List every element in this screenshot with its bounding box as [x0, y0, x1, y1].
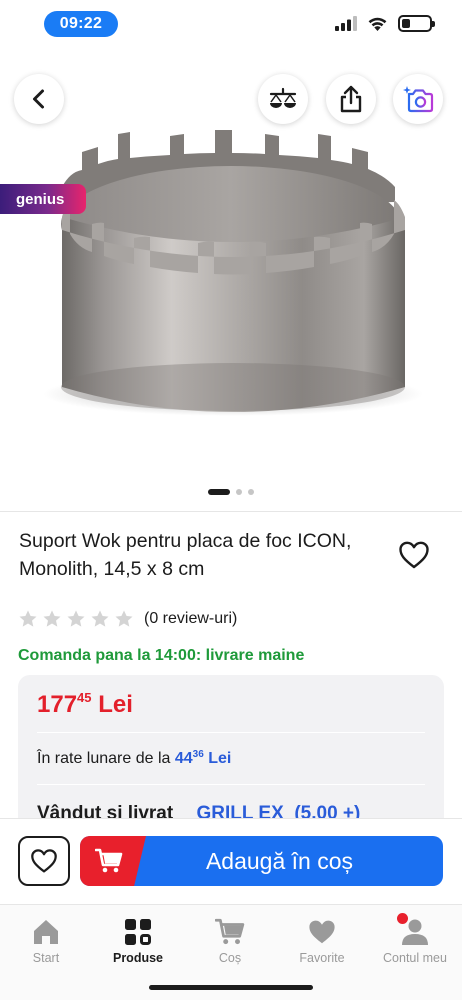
status-icons [335, 15, 435, 32]
star-empty-icon [115, 610, 133, 627]
product-title: Suport Wok pentru placa de foc ICON, Mon… [19, 530, 352, 580]
tab-produse[interactable]: Produse [92, 917, 184, 965]
star-empty-icon [43, 610, 61, 627]
tab-label: Contul meu [383, 951, 447, 965]
tab-start[interactable]: Start [0, 917, 92, 965]
tab-label: Produse [112, 951, 163, 965]
wifi-icon [368, 17, 387, 31]
installment-value[interactable]: 4436 Lei [174, 749, 232, 767]
divider [0, 511, 462, 512]
installment-decimals: 36 [192, 749, 204, 760]
installment-prefix: În rate lunare de la [37, 750, 171, 767]
status-bar: 09:22 [0, 0, 462, 50]
camera-sparkle-icon [403, 86, 434, 113]
signal-icon [335, 16, 357, 31]
add-to-cart-label: Adaugă în coș [205, 847, 354, 874]
carousel-dot-active[interactable] [208, 489, 230, 495]
cart-icon [215, 917, 245, 947]
reviews-count[interactable]: (0 review-uri) [144, 610, 237, 628]
chevron-left-icon [33, 89, 44, 109]
star-empty-icon [67, 610, 85, 627]
carousel-dot[interactable] [248, 489, 254, 495]
add-to-favorites-button[interactable] [398, 540, 430, 570]
tab-label: Start [32, 951, 60, 965]
status-time: 09:22 [44, 11, 118, 37]
back-button[interactable] [14, 74, 64, 124]
star-empty-icon [19, 610, 37, 627]
genius-badge: genius [0, 184, 86, 214]
share-button[interactable] [326, 74, 376, 124]
tab-cos[interactable]: Coș [184, 917, 276, 965]
wishlist-button[interactable] [18, 836, 70, 886]
heart-outline-icon [31, 849, 57, 873]
heart-outline-icon [399, 541, 429, 569]
home-indicator [149, 985, 313, 990]
price-currency: Lei [98, 691, 133, 718]
user-icon [397, 913, 430, 947]
home-icon [31, 917, 61, 947]
add-to-cart-button[interactable]: Adaugă în coș [80, 836, 443, 886]
tab-favorite[interactable]: Favorite [276, 917, 368, 965]
grid-icon [123, 917, 153, 947]
carousel-indicator[interactable] [0, 489, 462, 495]
share-icon [340, 85, 362, 113]
product-price: 17745 Lei [37, 690, 133, 719]
scale-icon [269, 87, 297, 108]
battery-icon [398, 15, 435, 32]
product-image-carousel[interactable]: genius [0, 52, 462, 512]
card-divider [37, 784, 425, 785]
notification-dot [397, 913, 408, 924]
price-integer: 177 [37, 691, 78, 718]
installment-currency: Lei [208, 750, 232, 767]
star-empty-icon [91, 610, 109, 627]
tab-contul-meu[interactable]: Contul meu [369, 913, 461, 965]
cart-icon-area [80, 836, 146, 886]
carousel-dot[interactable] [236, 489, 242, 495]
product-image [43, 130, 423, 416]
installment-integer: 44 [174, 750, 193, 767]
compare-button[interactable] [258, 74, 308, 124]
visual-search-button[interactable] [393, 74, 443, 124]
price-decimals: 45 [77, 690, 92, 705]
tab-label: Coș [218, 951, 242, 965]
rating-row[interactable]: (0 review-uri) [18, 609, 237, 629]
installment-info[interactable]: În rate lunare de la 4436 Lei [37, 749, 231, 768]
delivery-info: Comanda pana la 14:00: livrare maine [18, 647, 305, 664]
card-divider [37, 732, 425, 733]
heart-icon [307, 917, 337, 947]
cart-icon [95, 848, 123, 873]
tab-label: Favorite [299, 951, 345, 965]
action-bar: Adaugă în coș [0, 818, 462, 904]
